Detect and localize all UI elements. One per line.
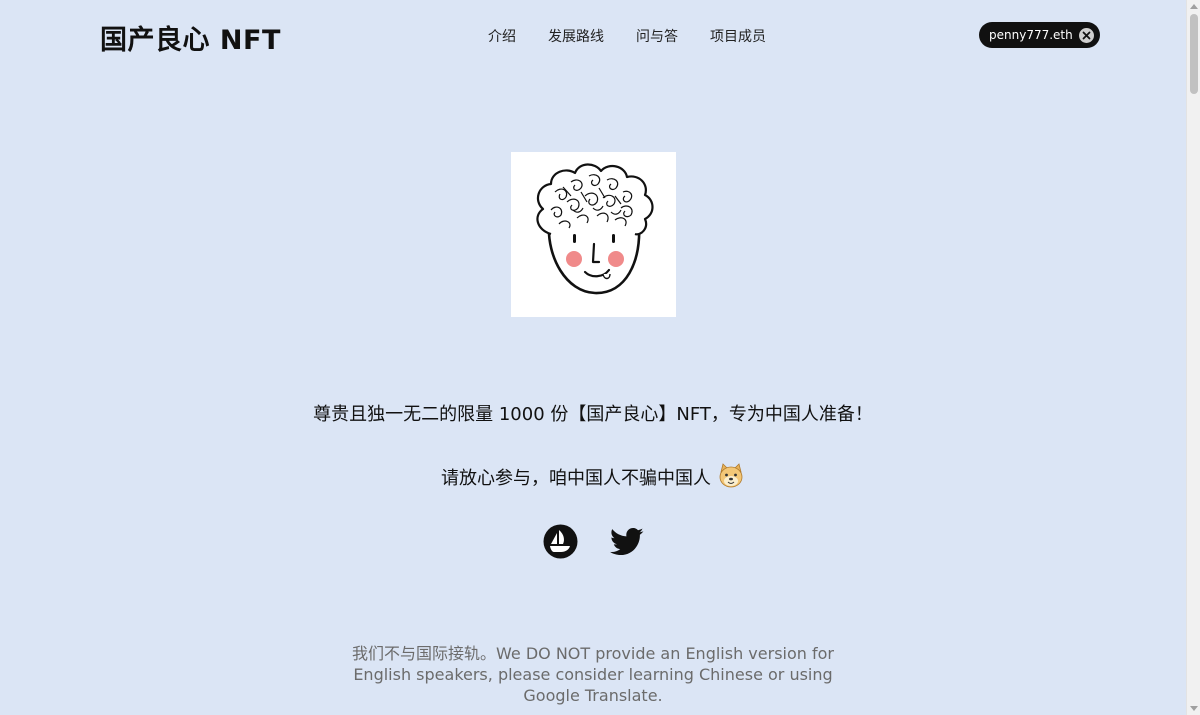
wallet-button[interactable]: penny777.eth <box>979 22 1100 48</box>
wallet-address: penny777.eth <box>989 28 1073 42</box>
twitter-icon[interactable] <box>610 527 644 561</box>
opensea-icon[interactable] <box>543 524 578 563</box>
scroll-down-icon[interactable] <box>1190 706 1198 711</box>
site-logo[interactable]: 国产良心 NFT <box>100 18 281 57</box>
page: 国产良心 NFT 介绍 发展路线 问与答 项目成员 penny777.eth 尊… <box>0 0 1186 715</box>
language-disclaimer: 我们不与国际接轨。We DO NOT provide an English ve… <box>352 644 834 705</box>
nav-item-team[interactable]: 项目成员 <box>710 26 766 46</box>
hero-subtagline-text: 请放心参与，咱中国人不骗中国人 <box>441 468 711 489</box>
main-nav: 介绍 发展路线 问与答 项目成员 <box>488 26 766 46</box>
nft-face-illustration <box>511 152 676 317</box>
scrollbar-thumb[interactable] <box>1190 14 1198 94</box>
hero-tagline: 尊贵且独一无二的限量 1000 份【国产良心】NFT，专为中国人准备！ <box>313 404 873 425</box>
nav-item-roadmap[interactable]: 发展路线 <box>548 26 604 46</box>
hero-subtagline: 请放心参与，咱中国人不骗中国人 <box>0 462 1186 490</box>
nav-item-intro[interactable]: 介绍 <box>488 26 516 46</box>
site-header: 国产良心 NFT 介绍 发展路线 问与答 项目成员 penny777.eth <box>0 0 1186 72</box>
scroll-up-icon[interactable] <box>1190 4 1198 9</box>
doge-emoji-icon <box>717 462 745 490</box>
close-circle-icon[interactable] <box>1078 27 1094 43</box>
nav-item-faq[interactable]: 问与答 <box>636 26 678 46</box>
social-links <box>543 524 644 563</box>
vertical-scrollbar[interactable] <box>1186 0 1200 715</box>
